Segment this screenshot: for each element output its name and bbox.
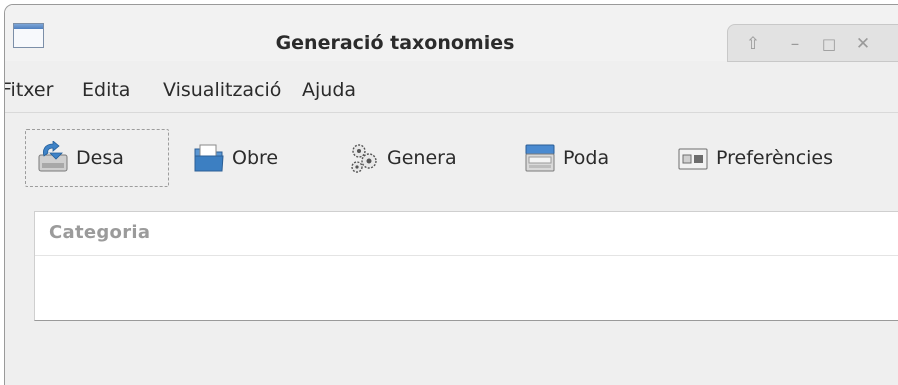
shade-button[interactable]: ⇧ [742, 33, 764, 55]
open-label: Obre [232, 147, 279, 169]
gears-icon [351, 144, 377, 173]
maximize-button[interactable]: □ [818, 33, 840, 55]
save-label: Desa [76, 147, 124, 169]
preferences-button[interactable]: Preferències [676, 129, 833, 187]
generate-button[interactable]: Genera [347, 129, 457, 187]
save-icon [38, 141, 68, 172]
prune-button[interactable]: Poda [523, 129, 609, 187]
open-folder-icon [194, 144, 224, 172]
menu-separator [5, 112, 898, 113]
window-title: Generació taxonomies [275, 32, 515, 54]
menu-view[interactable]: Visualització [163, 75, 281, 105]
title-bar[interactable]: Generació taxonomies ⇧ – □ ✕ [5, 5, 898, 62]
prune-label: Poda [563, 147, 610, 169]
menu-file[interactable]: Fitxer [5, 75, 53, 105]
toolbar: Desa Obre Genera Poda Preferències [5, 129, 898, 187]
save-button[interactable]: Desa [25, 129, 169, 187]
column-header-category[interactable]: Categoria [35, 212, 898, 256]
menu-help[interactable]: Ajuda [302, 75, 356, 105]
preferences-label: Preferències [716, 147, 834, 169]
window-controls: ⇧ – □ ✕ [727, 24, 898, 62]
menu-edit[interactable]: Edita [82, 75, 130, 105]
prune-icon [525, 144, 555, 172]
column-header-label: Categoria [49, 222, 151, 243]
category-list[interactable]: Categoria [34, 211, 898, 321]
menu-bar: Fitxer Edita Visualització Ajuda [5, 75, 898, 105]
generate-label: Genera [387, 147, 457, 169]
preferences-icon [678, 148, 708, 170]
minimize-button[interactable]: – [784, 33, 806, 55]
application-window: Generació taxonomies ⇧ – □ ✕ Fitxer Edit… [4, 4, 898, 385]
open-button[interactable]: Obre [192, 129, 278, 187]
close-button[interactable]: ✕ [852, 33, 874, 55]
